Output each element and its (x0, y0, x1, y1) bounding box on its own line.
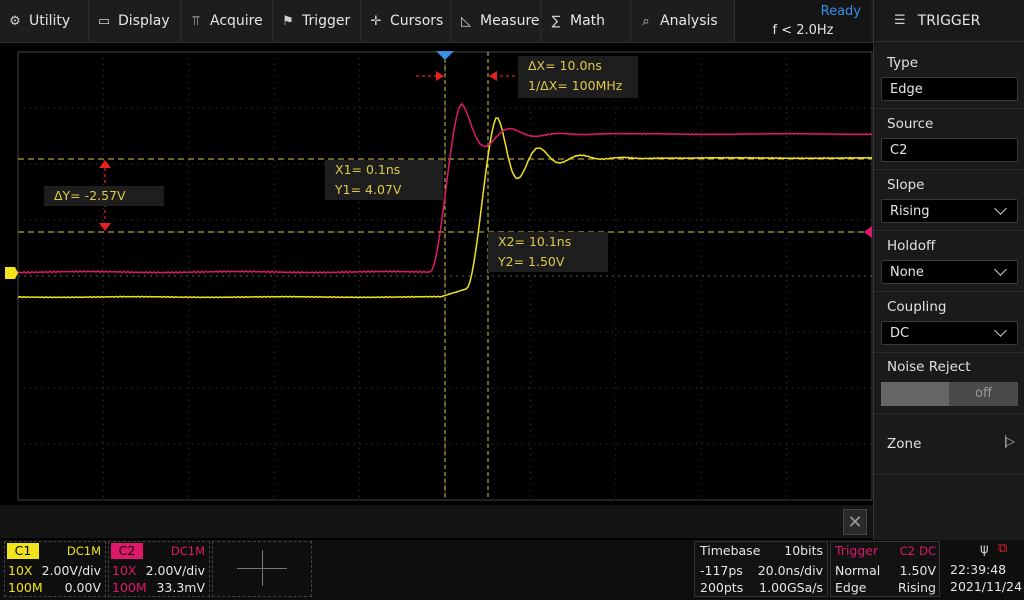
top-menu-bar: ⚙ Utility ▭ Display ⫪ Acquire ⚑ Trigger ✛ Cur… (0, 0, 1024, 43)
network-icon: ⧉ (998, 541, 1008, 556)
dy-arrow-top (99, 160, 111, 168)
noise-reject-toggle[interactable]: off (881, 382, 1018, 406)
holdoff-label: Holdoff (887, 238, 936, 254)
menu-math[interactable]: ∑ Math (540, 0, 630, 42)
coupling-label: Coupling (887, 299, 947, 315)
menu-acquire[interactable]: ⫪ Acquire (180, 0, 272, 42)
dy-arrow-bottom (99, 223, 111, 231)
menu-trigger[interactable]: ⚑ Trigger (272, 0, 360, 42)
measure-icon: ◺ (461, 13, 471, 29)
channel-1-info[interactable]: C1 DC1M 10X 2.00V/div 100M 0.00V (4, 541, 106, 597)
panel-header: ☰ TRIGGER (874, 0, 1024, 42)
crosshair-icon: ✛ (370, 13, 382, 29)
type-field[interactable]: Edge (881, 77, 1018, 101)
trigger-position-marker[interactable] (436, 51, 454, 60)
display-icon: ▭ (97, 13, 111, 29)
source-field[interactable]: C2 (881, 138, 1018, 162)
chevron-down-icon (994, 202, 1007, 215)
close-icon[interactable]: ✕ (843, 509, 867, 535)
dx-arrow-right (489, 71, 497, 81)
waveform-display[interactable]: ΔX= 10.0ns 1/ΔX= 100MHz ΔY= -2.57V X1= 0… (0, 44, 873, 502)
slope-label: Slope (887, 177, 925, 193)
menu-display[interactable]: ▭ Display (88, 0, 180, 42)
menu-measure[interactable]: ◺ Measure (450, 0, 540, 42)
dx-arrow-left (436, 71, 444, 81)
clock-area: ψ ⧉ 22:39:48 2021/11/24 (950, 541, 1023, 594)
noise-reject-label: Noise Reject (887, 359, 971, 375)
cursor-x1-readout: X1= 0.1ns Y1= 4.07V (325, 160, 443, 200)
channel-2-info[interactable]: C2 DC1M 10X 2.00V/div 100M 33.3mV (108, 541, 210, 597)
message-strip (0, 505, 873, 538)
zone-label: Zone (887, 436, 922, 452)
cursor-dx-readout: ΔX= 10.0ns 1/ΔX= 100MHz (518, 56, 638, 98)
flag-icon: ⚑ (282, 13, 294, 29)
zone-arrow-icon[interactable]: |▷ (1004, 434, 1015, 448)
slope-select[interactable]: Rising (881, 199, 1018, 223)
channel-1-offset-marker[interactable] (5, 267, 18, 279)
chevron-down-icon (994, 324, 1007, 337)
source-label: Source (887, 116, 934, 132)
menu-cursors[interactable]: ✛ Cursors (360, 0, 450, 42)
cursor-x2-readout: X2= 10.1ns Y2= 1.50V (488, 232, 608, 272)
menu-utility[interactable]: ⚙ Utility (0, 0, 88, 42)
add-channel-button[interactable] (212, 541, 312, 597)
list-icon: ☰ (894, 13, 906, 28)
panel-title: TRIGGER (917, 12, 981, 29)
waveform-canvas (5, 51, 873, 501)
gear-icon: ⚙ (9, 13, 21, 29)
trigger-panel: ☰ TRIGGER Type Edge Source C2 Slope Risi… (873, 0, 1024, 540)
trigger-level-marker[interactable] (864, 226, 872, 238)
usb-icon: ψ (980, 542, 989, 557)
holdoff-select[interactable]: None (881, 260, 1018, 284)
menu-analysis[interactable]: ⌕ Analysis (630, 0, 734, 42)
channel-1-badge: C1 (7, 543, 39, 559)
sigma-icon: ∑ (551, 13, 561, 29)
analysis-icon: ⌕ (642, 13, 650, 29)
acquire-icon: ⫪ (192, 13, 200, 29)
cursor-dy-readout: ΔY= -2.57V (44, 186, 164, 206)
run-state: Ready (820, 4, 861, 19)
channel-2-badge: C2 (111, 543, 143, 559)
acquisition-status: Ready f < 2.0Hz (734, 0, 871, 42)
trigger-info[interactable]: Trigger C2 DC Normal 1.50V Edge Rising (830, 541, 940, 597)
trigger-frequency: f < 2.0Hz (772, 23, 834, 38)
timebase-info[interactable]: Timebase 10bits -117ps 20.0ns/div 200pts… (694, 541, 828, 597)
type-label: Type (887, 55, 919, 71)
coupling-select[interactable]: DC (881, 321, 1018, 345)
chevron-down-icon (994, 263, 1007, 276)
